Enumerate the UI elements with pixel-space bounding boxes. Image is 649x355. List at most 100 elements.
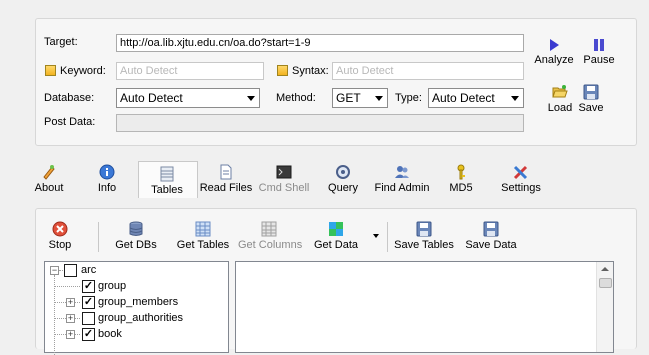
tree-item-checkbox[interactable]: ✓ [82, 280, 95, 293]
tab-info[interactable]: Info [90, 164, 124, 194]
keyword-input[interactable]: Auto Detect [116, 62, 264, 80]
tree-item-label: book [98, 328, 122, 340]
tab-cmd-shell-label: Cmd Shell [258, 182, 310, 194]
keyword-checkbox[interactable] [45, 65, 56, 76]
scroll-up-icon[interactable] [601, 267, 609, 271]
floppy-icon [583, 84, 599, 100]
tab-tables[interactable]: Tables [144, 166, 190, 196]
tab-tables-label: Tables [151, 184, 183, 196]
tree-guide-line [59, 270, 63, 271]
tab-settings-label: Settings [501, 182, 541, 194]
load-button[interactable]: Load [544, 84, 576, 114]
stop-icon [52, 221, 68, 237]
type-select[interactable]: Auto Detect [428, 88, 524, 108]
table-icon [160, 166, 174, 182]
tab-find-admin[interactable]: Find Admin [374, 164, 430, 194]
tab-read-files[interactable]: Read Files [198, 164, 254, 194]
tab-read-files-label: Read Files [199, 182, 253, 194]
load-label: Load [547, 102, 573, 114]
get-tables-label: Get Tables [176, 239, 230, 251]
syntax-input[interactable]: Auto Detect [332, 62, 524, 80]
vertical-scrollbar[interactable] [596, 262, 613, 352]
tab-query[interactable]: Query [324, 164, 362, 194]
tree-guide-line [54, 275, 55, 355]
tab-cmd-shell[interactable]: Cmd Shell [258, 164, 310, 194]
chevron-down-icon [247, 96, 255, 101]
query-gear-icon [336, 165, 350, 179]
tree-item-checkbox[interactable]: ✓ [82, 296, 95, 309]
toolbar-divider [387, 222, 388, 252]
toolbar-divider [98, 222, 99, 252]
tables-tree[interactable]: − arc ✓ group + ✓ group_members + group_… [44, 261, 229, 355]
pencil-icon [43, 165, 55, 180]
syntax-checkbox[interactable] [277, 65, 288, 76]
type-value: Auto Detect [432, 91, 495, 105]
tree-root-checkbox[interactable] [64, 264, 77, 277]
expand-toggle[interactable]: + [66, 330, 75, 339]
chevron-down-icon [375, 96, 383, 101]
get-dbs-button[interactable]: Get DBs [114, 221, 158, 251]
tab-md5[interactable]: MD5 [446, 164, 476, 194]
tab-about[interactable]: About [30, 164, 68, 194]
get-columns-button[interactable]: Get Columns [238, 221, 302, 251]
tab-find-admin-label: Find Admin [374, 182, 430, 194]
post-data-input[interactable] [116, 114, 524, 132]
floppy-icon [416, 221, 432, 237]
data-grid-icon [329, 222, 343, 236]
save-data-button[interactable]: Save Data [464, 221, 518, 251]
collapse-toggle[interactable]: − [50, 266, 59, 275]
save-tables-label: Save Tables [394, 239, 454, 251]
syntax-label: Syntax: [292, 65, 329, 77]
database-label: Database: [44, 92, 95, 104]
floppy-icon [483, 221, 499, 237]
chevron-down-icon [511, 96, 519, 101]
tree-item-label: group [98, 280, 127, 292]
save-data-label: Save Data [465, 239, 517, 251]
pause-icon [594, 39, 604, 51]
results-list[interactable] [235, 261, 614, 353]
get-dbs-label: Get DBs [115, 239, 157, 251]
expand-toggle[interactable]: + [66, 298, 75, 307]
tree-item-checkbox[interactable] [82, 312, 95, 325]
get-data-dropdown-icon[interactable] [373, 234, 379, 238]
columns-icon [261, 221, 277, 237]
target-input[interactable]: http://oa.lib.xjtu.edu.cn/oa.do?start=1-… [116, 34, 524, 52]
users-icon [395, 166, 409, 178]
analyze-label: Analyze [534, 54, 574, 66]
tree-root-label: arc [81, 264, 97, 276]
database-value: Auto Detect [120, 91, 183, 105]
terminal-icon [276, 165, 292, 179]
scrollbar-thumb[interactable] [599, 278, 612, 288]
expand-toggle[interactable]: + [66, 314, 75, 323]
grid-icon [195, 221, 211, 237]
method-select[interactable]: GET [332, 88, 388, 108]
tree-item-label: group_members [98, 296, 179, 308]
tree-guide-line [54, 286, 80, 287]
keyword-label: Keyword: [60, 65, 106, 77]
key-icon [457, 164, 465, 180]
info-icon [99, 164, 115, 180]
database-select[interactable]: Auto Detect [116, 88, 260, 108]
database-icon [129, 221, 143, 236]
folder-open-icon [552, 85, 568, 98]
get-data-button[interactable]: Get Data [313, 221, 359, 251]
tab-about-label: About [34, 182, 64, 194]
analyze-button[interactable]: Analyze [532, 38, 576, 66]
method-value: GET [336, 91, 361, 105]
target-label: Target: [44, 36, 78, 48]
tree-item-checkbox[interactable]: ✓ [82, 328, 95, 341]
stop-button[interactable]: Stop [44, 221, 76, 251]
pause-label: Pause [583, 54, 615, 66]
pause-button[interactable]: Pause [580, 38, 618, 66]
document-icon [220, 164, 232, 180]
play-icon [550, 39, 559, 51]
tab-settings[interactable]: Settings [498, 164, 544, 194]
tree-item-label: group_authorities [98, 312, 184, 324]
tools-icon [513, 165, 528, 180]
save-tables-button[interactable]: Save Tables [394, 221, 454, 251]
save-label: Save [578, 102, 604, 114]
get-data-label: Get Data [313, 239, 359, 251]
save-button[interactable]: Save [576, 84, 606, 114]
tab-query-label: Query [328, 182, 358, 194]
get-tables-button[interactable]: Get Tables [176, 221, 230, 251]
